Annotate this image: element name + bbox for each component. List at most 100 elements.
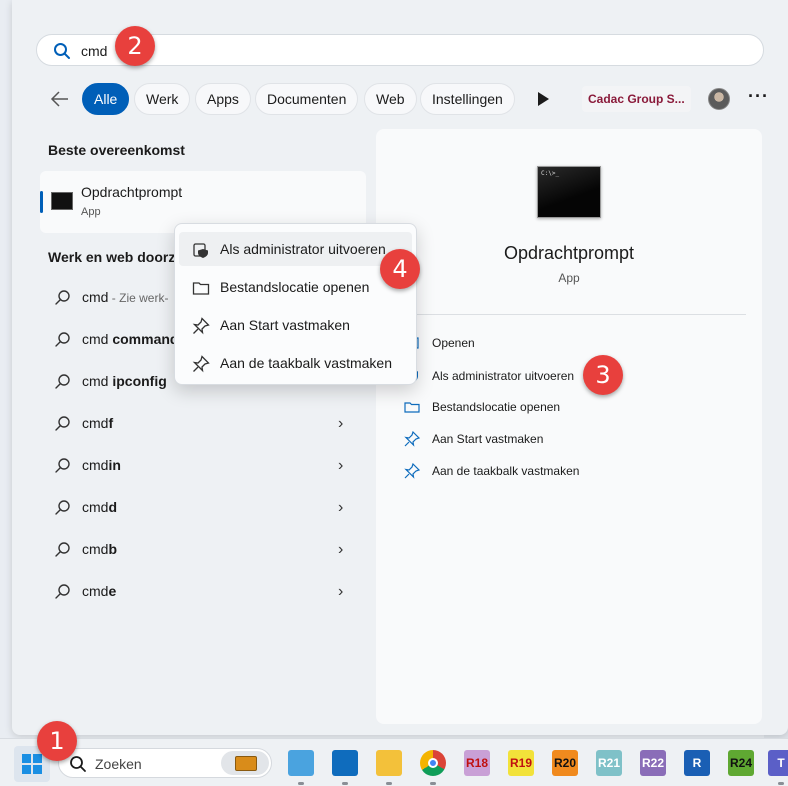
revit-icon[interactable]: R [684,750,710,776]
running-indicator [778,782,784,785]
suggestion-text: cmdd [82,499,118,515]
outlook-icon[interactable] [332,750,358,776]
action-run-as-admin[interactable]: Als administrator uitvoeren [404,364,734,388]
suggestion-text: cmd - Zie werk- [82,289,169,305]
avatar[interactable] [708,88,730,110]
pin-icon [192,317,210,335]
search-suggestion[interactable]: cmdd › [48,493,358,523]
suggestion-text: cmd ipconfig [82,373,167,389]
divider [414,314,746,315]
tab-documenten[interactable]: Documenten [255,83,359,115]
search-suggestion[interactable]: cmdin › [48,451,358,481]
control-panel-icon[interactable] [288,750,314,776]
running-indicator [386,782,392,785]
tab-werk[interactable]: Werk [134,83,191,115]
detail-title: Opdrachtprompt [503,243,635,263]
menu-item-label: Aan Start vastmaken [220,317,350,333]
pin-icon [404,463,420,479]
folder-icon [404,402,420,413]
action-label: Aan Start vastmaken [432,432,544,446]
chevron-right-icon[interactable]: › [338,457,350,475]
folder-icon [192,282,210,295]
best-match-title: Opdrachtprompt [81,184,183,200]
running-indicator [430,782,436,785]
detail-subtitle: App [558,271,580,285]
pin-icon [404,431,420,447]
action-pin-to-start[interactable]: Aan Start vastmaken [404,427,734,451]
chevron-right-icon[interactable]: › [338,583,350,601]
windows-logo-icon [22,754,42,774]
briefcase-icon [221,751,269,775]
search-icon [55,416,70,431]
detail-pane: C:\>_ Opdrachtprompt App Openen Als admi… [376,129,762,724]
chevron-right-icon[interactable]: › [338,415,350,433]
command-prompt-large-icon: C:\>_ [537,166,601,218]
search-icon [55,500,70,515]
suggestion-text: cmdb [82,541,118,557]
search-icon [54,43,70,59]
chevron-right-icon[interactable]: › [338,499,350,517]
action-label: Aan de taakbalk vastmaken [432,464,580,478]
step-badge-3: 3 [583,355,623,395]
action-open-file-location[interactable]: Bestandslocatie openen [404,395,734,419]
action-label: Openen [432,336,475,350]
menu-item-run-as-admin[interactable]: Als administrator uitvoeren [179,232,412,266]
suggestion-text: cmdin [82,457,121,473]
menu-item-open-file-location[interactable]: Bestandslocatie openen [179,270,412,304]
action-pin-to-taskbar[interactable]: Aan de taakbalk vastmaken [404,459,734,483]
taskbar-search[interactable]: Zoeken [58,748,272,778]
step-badge-2: 2 [115,26,155,66]
back-arrow-icon[interactable] [50,90,70,108]
search-icon [55,458,70,473]
revit-r20-icon[interactable]: R20 [552,750,578,776]
revit-r21-icon[interactable]: R21 [596,750,622,776]
file-explorer-icon[interactable] [376,750,402,776]
suggestion-text: cmd command [82,331,179,347]
suggestion-text: cmdf [82,415,114,431]
work-web-heading: Werk en web doorzo [48,249,184,265]
menu-item-label: Aan de taakbalk vastmaken [220,355,392,371]
menu-item-label: Bestandslocatie openen [220,279,370,295]
more-options-icon[interactable]: ··· [748,87,768,108]
menu-item-pin-to-start[interactable]: Aan Start vastmaken [179,308,412,342]
suggestion-text: cmde [82,583,117,599]
search-input[interactable]: cmd [81,43,107,59]
shield-icon [193,243,208,258]
revit-r22-icon[interactable]: R22 [640,750,666,776]
menu-item-pin-to-taskbar[interactable]: Aan de taakbalk vastmaken [179,346,412,380]
revit-r19-icon[interactable]: R19 [508,750,534,776]
tab-apps[interactable]: Apps [195,83,251,115]
best-match-heading: Beste overeenkomst [48,142,185,158]
search-icon [55,374,70,389]
action-label: Als administrator uitvoeren [432,369,575,383]
command-prompt-icon [51,192,73,210]
pin-icon [192,355,210,373]
tab-web[interactable]: Web [364,83,417,115]
search-icon [55,332,70,347]
search-suggestion[interactable]: cmdb › [48,535,358,565]
search-suggestion[interactable]: cmdf › [48,409,358,439]
running-indicator [342,782,348,785]
action-label: Bestandslocatie openen [432,400,561,414]
search-icon [55,584,70,599]
taskbar: Zoeken R18 R19 R20 R21 R22 R R24 T [0,738,788,786]
step-badge-1: 1 [37,721,77,761]
teams-icon[interactable]: T [768,750,788,776]
tab-instellingen[interactable]: Instellingen [420,83,515,115]
play-icon[interactable] [536,91,550,107]
chrome-icon[interactable] [420,750,446,776]
revit-r18-icon[interactable]: R18 [464,750,490,776]
action-open[interactable]: Openen [404,331,734,355]
organization-chip[interactable]: Cadac Group S... [582,86,691,112]
menu-item-label: Als administrator uitvoeren [220,241,386,257]
best-match-subtitle: App [81,206,101,218]
search-icon [55,542,70,557]
context-menu: Als administrator uitvoeren Bestandsloca… [174,223,417,385]
filter-row: Alle Werk Apps Documenten Web Instelling… [36,82,776,116]
search-suggestion[interactable]: cmde › [48,577,358,607]
revit-r24-icon[interactable]: R24 [728,750,754,776]
step-badge-4: 4 [380,249,420,289]
selection-indicator [40,191,43,213]
chevron-right-icon[interactable]: › [338,541,350,559]
tab-alle[interactable]: Alle [82,83,130,115]
